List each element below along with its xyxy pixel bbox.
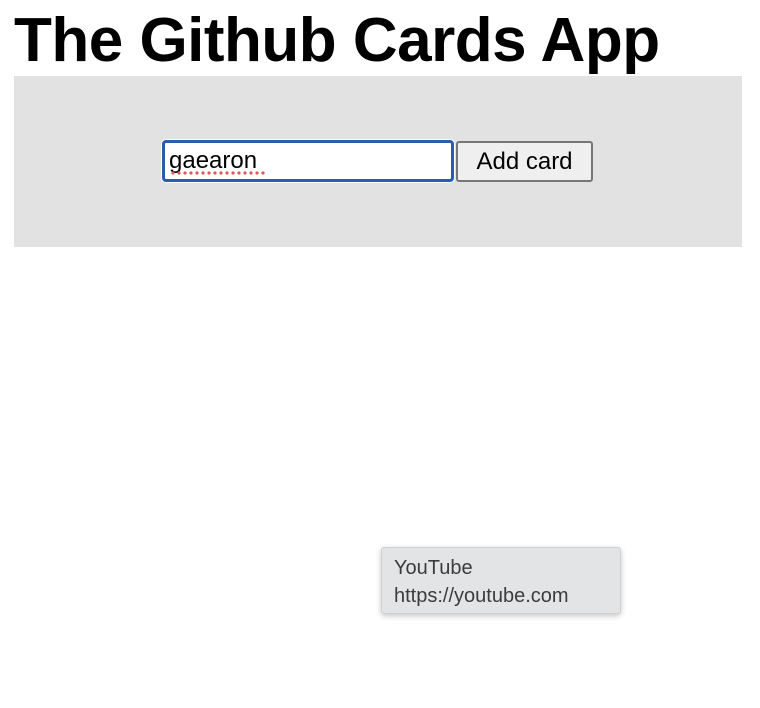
- tooltip-url: https://youtube.com: [394, 585, 569, 607]
- add-card-button[interactable]: Add card: [456, 141, 593, 182]
- add-card-form: Add card: [14, 76, 742, 247]
- github-username-input[interactable]: [162, 140, 454, 182]
- link-tooltip: YouTube https://youtube.com: [381, 547, 621, 614]
- page-title: The Github Cards App: [14, 6, 660, 75]
- tooltip-title: YouTube: [394, 557, 473, 579]
